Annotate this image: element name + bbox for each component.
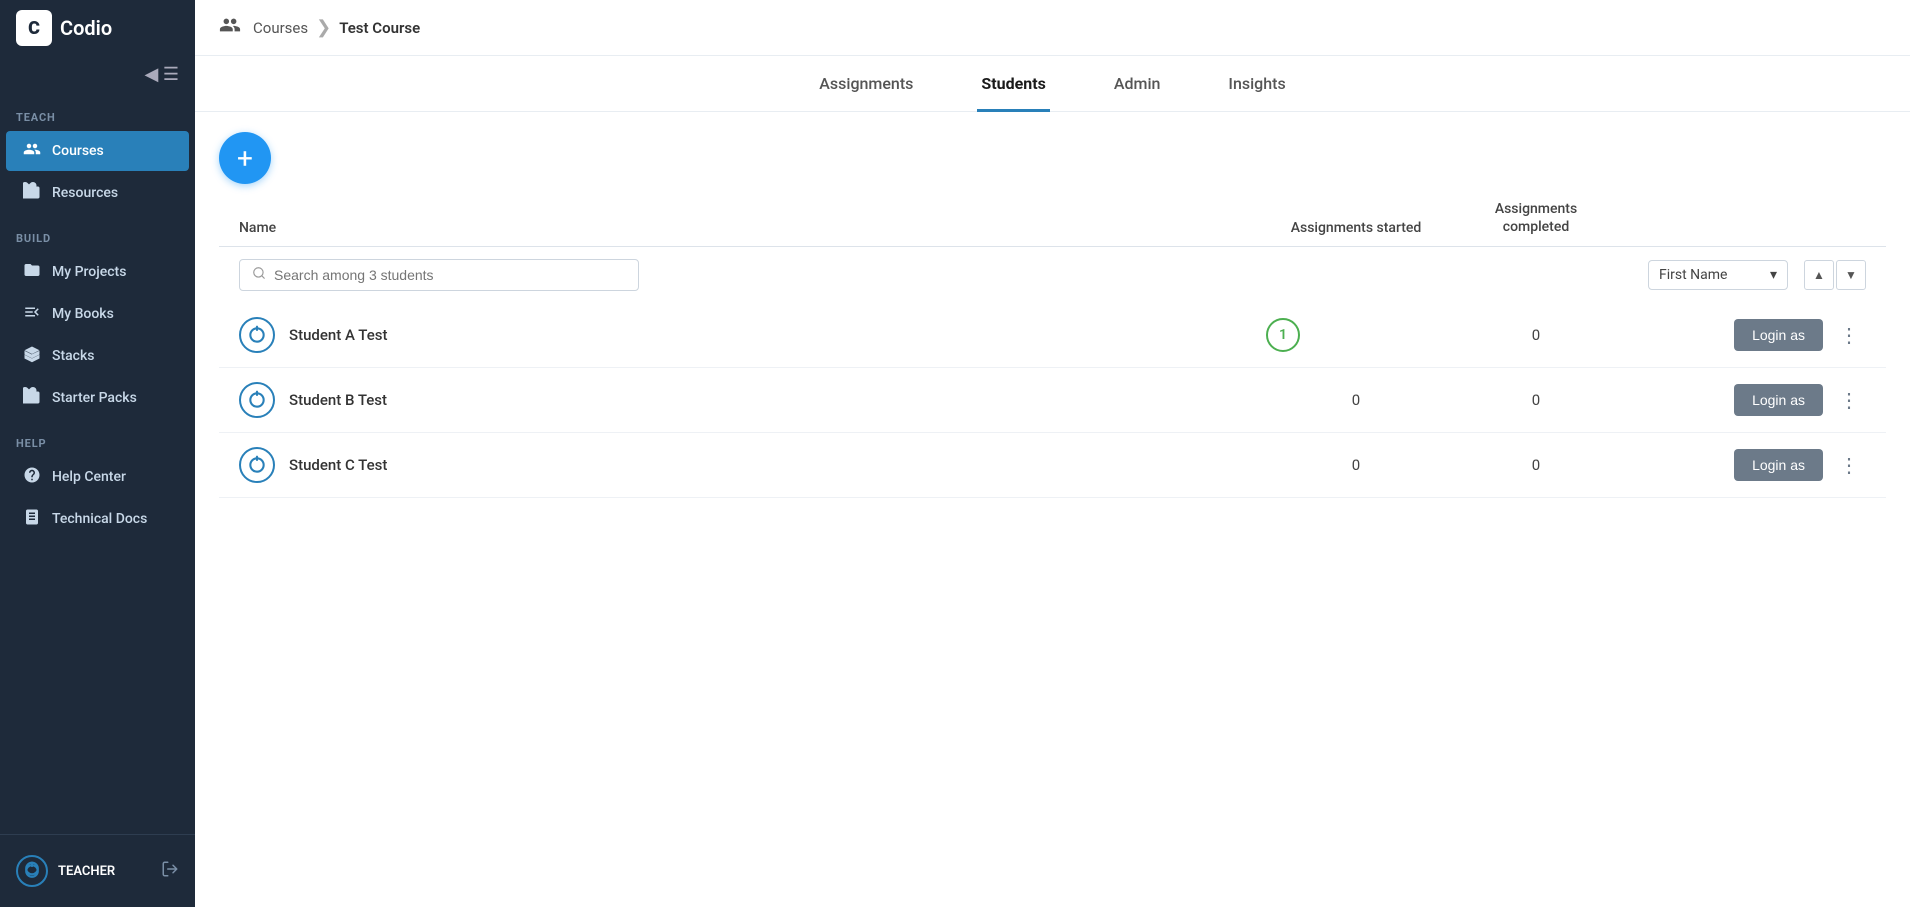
course-tabs: Assignments Students Admin Insights: [195, 56, 1910, 112]
breadcrumb: Courses ❯ Test Course: [253, 17, 420, 38]
sidebar-mybooks-label: My Books: [52, 306, 114, 322]
courses-icon: [22, 140, 42, 162]
sidebar-bottom: TEACHER: [0, 834, 195, 907]
breadcrumb-courses-link[interactable]: Courses: [253, 19, 308, 37]
logo-icon: C: [16, 10, 52, 46]
tab-admin[interactable]: Admin: [1110, 57, 1165, 112]
student-a-completed: 0: [1446, 326, 1626, 344]
sort-asc-button[interactable]: ▲: [1804, 260, 1834, 290]
sidebar-starterpacks-label: Starter Packs: [52, 390, 137, 406]
technical-docs-icon: [22, 508, 42, 530]
resources-icon: [22, 182, 42, 204]
sidebar-item-stacks[interactable]: Stacks: [6, 336, 189, 376]
student-a-actions: Login as ⋮: [1626, 319, 1866, 352]
logo-text: Codio: [60, 16, 112, 40]
badge-circle-a: 1: [1266, 318, 1300, 352]
more-options-button-a[interactable]: ⋮: [1833, 319, 1866, 352]
help-section-label: HELP: [0, 419, 195, 456]
search-box[interactable]: [239, 259, 639, 291]
student-c-started: 0: [1266, 456, 1446, 474]
sidebar-item-help-center[interactable]: Help Center: [6, 457, 189, 497]
student-b-completed: 0: [1446, 391, 1626, 409]
main-content: Courses ❯ Test Course Assignments Studen…: [195, 0, 1910, 907]
build-section-label: BUILD: [0, 214, 195, 251]
student-a-started: 1: [1266, 318, 1446, 352]
student-b-started: 0: [1266, 391, 1446, 409]
sidebar-stacks-label: Stacks: [52, 348, 95, 364]
my-projects-icon: [22, 261, 42, 283]
breadcrumb-separator: ❯: [316, 17, 331, 38]
filter-row: First Name ▾ ▲ ▼: [219, 247, 1886, 303]
student-name-c: Student C Test: [289, 456, 1266, 474]
sidebar-resources-label: Resources: [52, 185, 118, 201]
student-name-a: Student A Test: [289, 326, 1266, 344]
login-as-button-a[interactable]: Login as: [1734, 319, 1823, 351]
sort-desc-button[interactable]: ▼: [1836, 260, 1866, 290]
col-completed-header: Assignmentscompleted: [1446, 200, 1626, 236]
stacks-icon: [22, 345, 42, 367]
tab-assignments[interactable]: Assignments: [815, 57, 917, 112]
student-c-completed: 0: [1446, 456, 1626, 474]
user-name-label: TEACHER: [58, 864, 151, 879]
tab-insights[interactable]: Insights: [1224, 57, 1289, 112]
students-table: Name Assignments started Assignmentscomp…: [219, 200, 1886, 498]
student-avatar-a: [239, 317, 275, 353]
logout-icon[interactable]: [161, 860, 179, 882]
help-center-icon: [22, 466, 42, 488]
login-as-button-c[interactable]: Login as: [1734, 449, 1823, 481]
sidebar-item-resources[interactable]: Resources: [6, 173, 189, 213]
sidebar-item-my-projects[interactable]: My Projects: [6, 252, 189, 292]
student-avatar-c: [239, 447, 275, 483]
table-row: Student C Test 0 0 Login as ⋮: [219, 433, 1886, 498]
people-icon: [219, 14, 241, 41]
starter-packs-icon: [22, 387, 42, 409]
sidebar-item-courses[interactable]: Courses: [6, 131, 189, 171]
breadcrumb-current-course: Test Course: [339, 19, 420, 37]
student-c-actions: Login as ⋮: [1626, 449, 1866, 482]
col-name-header: Name: [239, 220, 1266, 236]
teach-section-label: TEACH: [0, 93, 195, 130]
sort-label: First Name: [1659, 267, 1727, 283]
tab-students[interactable]: Students: [977, 57, 1049, 112]
sidebar-courses-label: Courses: [52, 143, 104, 159]
logo-area: C Codio: [0, 0, 195, 56]
more-options-button-b[interactable]: ⋮: [1833, 384, 1866, 417]
top-bar: Courses ❯ Test Course: [195, 0, 1910, 56]
sidebar-item-my-books[interactable]: My Books: [6, 294, 189, 334]
table-row: Student A Test 1 0 Login as ⋮: [219, 303, 1886, 368]
sidebar-item-starter-packs[interactable]: Starter Packs: [6, 378, 189, 418]
hamburger-icon[interactable]: ◀ ☰: [145, 64, 179, 85]
sort-select[interactable]: First Name ▾: [1648, 260, 1788, 290]
sidebar-myprojects-label: My Projects: [52, 264, 126, 280]
search-input[interactable]: [274, 267, 626, 283]
plus-icon: +: [237, 142, 253, 175]
sidebar-toggle[interactable]: ◀ ☰: [0, 56, 195, 93]
col-started-header: Assignments started: [1266, 220, 1446, 236]
search-icon: [252, 266, 266, 284]
sort-arrows: ▲ ▼: [1804, 260, 1866, 290]
student-name-b: Student B Test: [289, 391, 1266, 409]
more-options-button-c[interactable]: ⋮: [1833, 449, 1866, 482]
add-student-button[interactable]: +: [219, 132, 271, 184]
my-books-icon: [22, 303, 42, 325]
sidebar-user-area: TEACHER: [0, 845, 195, 897]
user-power-icon: [16, 855, 48, 887]
students-content: + Name Assignments started Assignmentsco…: [195, 112, 1910, 907]
student-avatar-b: [239, 382, 275, 418]
sidebar-technicaldocs-label: Technical Docs: [52, 511, 147, 527]
chevron-down-icon: ▾: [1770, 267, 1777, 283]
student-b-actions: Login as ⋮: [1626, 384, 1866, 417]
table-header: Name Assignments started Assignmentscomp…: [219, 200, 1886, 247]
sidebar-item-technical-docs[interactable]: Technical Docs: [6, 499, 189, 539]
sidebar-helpcenter-label: Help Center: [52, 469, 126, 485]
sidebar: C Codio ◀ ☰ TEACH Courses Resources BUIL…: [0, 0, 195, 907]
table-row: Student B Test 0 0 Login as ⋮: [219, 368, 1886, 433]
login-as-button-b[interactable]: Login as: [1734, 384, 1823, 416]
